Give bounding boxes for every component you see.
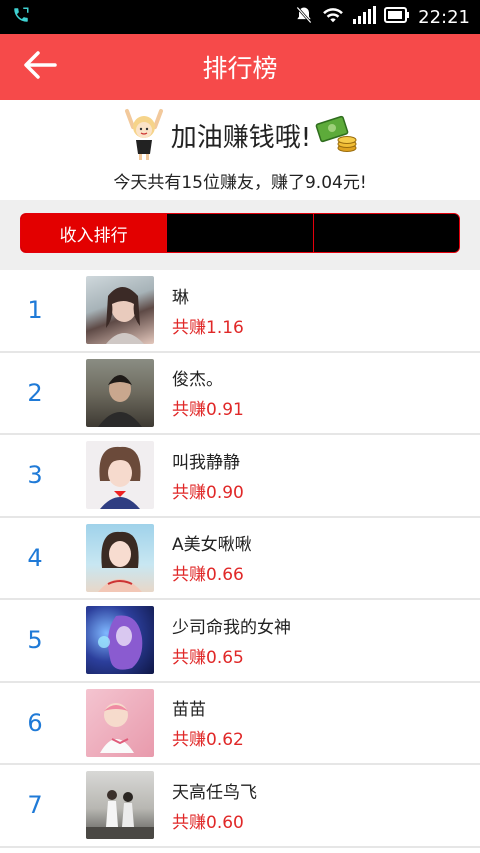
cheering-girl-icon (121, 107, 167, 165)
tab-third[interactable] (312, 214, 459, 252)
user-name: A美女啾啾 (172, 535, 252, 556)
arrow-left-icon (23, 50, 57, 84)
money-icon (315, 114, 359, 158)
earned-amount: 共赚0.91 (172, 400, 244, 421)
avatar (86, 523, 154, 592)
avatar (86, 606, 154, 675)
app-header: 排行榜 (0, 34, 480, 100)
list-item[interactable]: 1 琳 共赚1.16 (0, 270, 480, 353)
tab-income-ranking[interactable]: 收入排行 (21, 214, 167, 252)
tab-bar-container: 收入排行 (0, 200, 480, 270)
earned-amount: 共赚0.90 (172, 482, 244, 503)
phone-icon (12, 6, 30, 28)
earned-amount: 共赚0.60 (172, 812, 244, 833)
rank-number: 1 (27, 296, 43, 325)
user-name: 苗苗 (172, 700, 206, 721)
list-item[interactable]: 6 苗苗 共赚0.62 (0, 683, 480, 765)
signal-icon (352, 6, 377, 28)
earned-amount: 共赚0.65 (172, 647, 244, 668)
tab-bar: 收入排行 (20, 213, 460, 253)
summary-banner: 加油赚钱哦! 今天共有15位赚友，赚了9.04元! (0, 100, 480, 200)
page-title: 排行榜 (202, 54, 278, 83)
status-bar: 22:21 (0, 0, 480, 34)
rank-number: 2 (27, 378, 43, 407)
user-name: 少司命我的女神 (172, 617, 291, 638)
clock: 22:21 (418, 6, 470, 28)
earned-amount: 共赚0.62 (172, 730, 244, 751)
ranking-list: 1 琳 共赚1.16 2 俊杰。 共赚0.91 3 叫我静静 共赚0.90 4 (0, 270, 480, 848)
rank-number: 6 (27, 708, 43, 737)
list-item[interactable]: 5 少司命我的女神 共赚0.65 (0, 600, 480, 683)
wifi-icon (322, 6, 344, 28)
back-button[interactable] (22, 50, 58, 84)
user-name: 叫我静静 (172, 452, 240, 473)
rank-number: 3 (27, 461, 43, 490)
banner-subtitle: 今天共有15位赚友，赚了9.04元! (113, 172, 367, 193)
list-item[interactable]: 2 俊杰。 共赚0.91 (0, 353, 480, 435)
earned-amount: 共赚1.16 (172, 317, 244, 338)
rank-number: 5 (27, 626, 43, 655)
avatar (86, 441, 154, 510)
user-name: 俊杰。 (172, 370, 223, 391)
mute-icon (294, 5, 314, 29)
rank-number: 4 (27, 543, 43, 572)
avatar (86, 276, 154, 345)
avatar (86, 771, 154, 840)
rank-number: 7 (27, 791, 43, 820)
user-name: 琳 (172, 287, 189, 308)
list-item[interactable]: 3 叫我静静 共赚0.90 (0, 435, 480, 518)
banner-title: 加油赚钱哦! (170, 123, 312, 153)
tab-second[interactable] (166, 214, 313, 252)
list-item[interactable]: 7 天高任鸟飞 共赚0.60 (0, 765, 480, 848)
avatar (86, 688, 154, 757)
avatar (86, 358, 154, 427)
earned-amount: 共赚0.66 (172, 565, 244, 586)
list-item[interactable]: 4 A美女啾啾 共赚0.66 (0, 518, 480, 600)
battery-icon (384, 7, 410, 27)
user-name: 天高任鸟飞 (172, 782, 257, 803)
